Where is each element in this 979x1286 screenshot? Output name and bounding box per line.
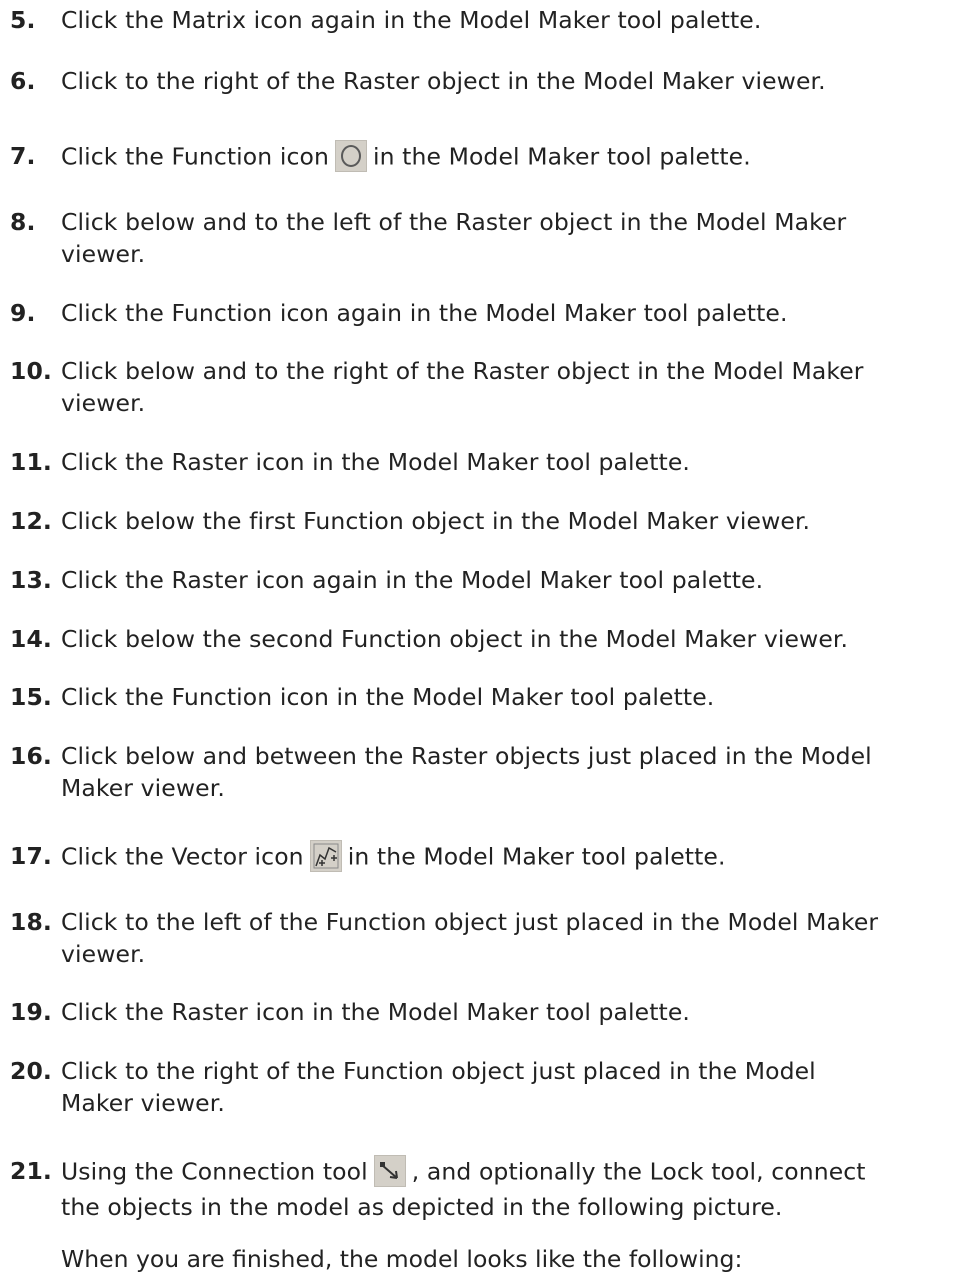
step-text-part: Using the Connection tool xyxy=(61,1157,368,1186)
step-text: Click below the first Function object in… xyxy=(61,507,811,535)
step-text: Click below and between the Raster objec… xyxy=(61,740,973,804)
step-text-line: Click below and between the Raster objec… xyxy=(61,742,872,770)
step-text-line: Click to the right of the Function objec… xyxy=(61,1057,816,1085)
step-text-line: Click below and to the right of the Rast… xyxy=(61,357,864,385)
step-number: 14. xyxy=(10,625,52,653)
step-number: 10. xyxy=(10,357,52,385)
step-text: Click to the right of the Raster object … xyxy=(61,67,826,95)
step-text: Click to the right of the Function objec… xyxy=(61,1055,973,1119)
step-text: Click the Vector icon in the Model Maker… xyxy=(61,840,973,876)
step-text: Click the Raster icon again in the Model… xyxy=(61,566,764,594)
step-text: Click the Function icon again in the Mod… xyxy=(61,299,788,327)
connection-icon xyxy=(373,1155,406,1187)
step-text-part: in the Model Maker tool palette. xyxy=(347,842,726,871)
step-text: Click the Matrix icon again in the Model… xyxy=(61,6,762,34)
step-16: 16. Click below and between the Raster o… xyxy=(0,740,979,804)
step-21: 21. Using the Connection tool , and opti… xyxy=(0,1155,979,1221)
function-icon xyxy=(334,140,367,172)
step-number: 11. xyxy=(10,448,52,476)
step-number: 16. xyxy=(10,742,52,770)
step-number: 21. xyxy=(10,1157,52,1185)
step-text: Click the Function icon in the Model Mak… xyxy=(61,683,715,711)
step-8: 8. Click below and to the left of the Ra… xyxy=(0,206,979,270)
step-text-line: viewer. xyxy=(61,940,146,968)
step-text-line: viewer. xyxy=(61,240,146,268)
step-text-line: Click below and to the left of the Raste… xyxy=(61,208,847,236)
step-text-part: Click the Function icon xyxy=(61,142,329,171)
step-number: 20. xyxy=(10,1057,52,1085)
step-number: 8. xyxy=(10,208,36,236)
step-text: Click the Function icon in the Model Make… xyxy=(61,140,973,176)
step-text-line: Maker viewer. xyxy=(61,1089,225,1117)
step-text-line: Click to the left of the Function object… xyxy=(61,908,879,936)
step-text-line: viewer. xyxy=(61,389,146,417)
step-number: 9. xyxy=(10,299,36,327)
step-text: Click to the left of the Function object… xyxy=(61,906,973,970)
step-text-line: Maker viewer. xyxy=(61,774,225,802)
step-text: Using the Connection tool , and optional… xyxy=(61,1155,973,1223)
step-number: 6. xyxy=(10,67,36,95)
step-text-part: , and optionally the Lock tool, connect xyxy=(411,1157,866,1186)
step-number: 12. xyxy=(10,507,52,535)
step-text: Click below the second Function object i… xyxy=(61,625,849,653)
step-text: Click below and to the right of the Rast… xyxy=(61,355,973,419)
step-number: 18. xyxy=(10,908,52,936)
step-10: 10. Click below and to the right of the … xyxy=(0,355,979,419)
step-number: 7. xyxy=(10,142,36,170)
step-number: 13. xyxy=(10,566,52,594)
step-number: 19. xyxy=(10,998,52,1026)
step-text-line: Using the Connection tool , and optional… xyxy=(61,1155,973,1191)
step-text: Click the Raster icon in the Model Maker… xyxy=(61,448,690,476)
closing-text: When you are finished, the model looks l… xyxy=(61,1245,743,1273)
step-number: 17. xyxy=(10,842,52,870)
step-text-part: in the Model Maker tool palette. xyxy=(372,142,751,171)
step-number: 5. xyxy=(10,6,36,34)
step-text: Click the Raster icon in the Model Maker… xyxy=(61,998,690,1026)
vector-icon xyxy=(309,840,342,872)
step-18: 18. Click to the left of the Function ob… xyxy=(0,906,979,970)
step-text-line: the objects in the model as depicted in … xyxy=(61,1193,783,1221)
step-text: Click below and to the left of the Raste… xyxy=(61,206,973,270)
step-20: 20. Click to the right of the Function o… xyxy=(0,1055,979,1119)
step-text-part: Click the Vector icon xyxy=(61,842,304,871)
step-number: 15. xyxy=(10,683,52,711)
